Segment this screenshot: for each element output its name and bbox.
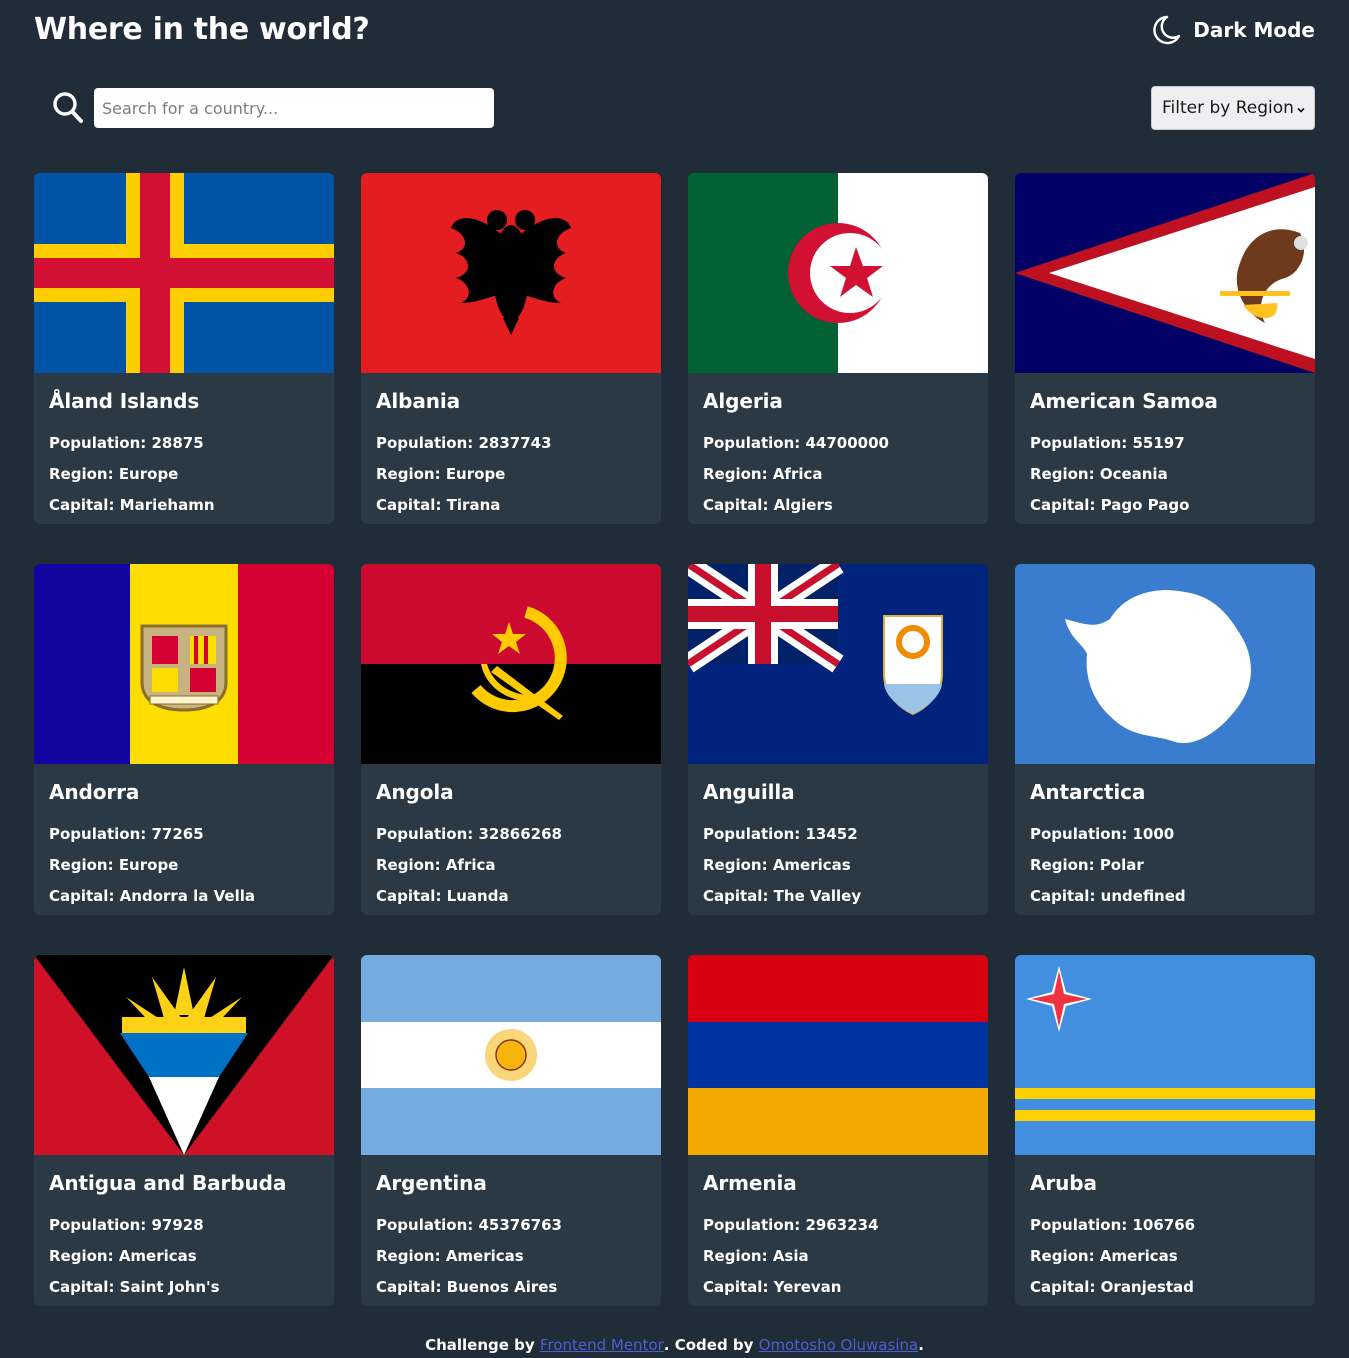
- country-name: Argentina: [376, 1171, 487, 1195]
- region-stat: Region: Africa: [376, 856, 496, 874]
- capital-stat: Capital: Yerevan: [703, 1278, 842, 1296]
- country-card[interactable]: Antarctica Population: 1000 Region: Pola…: [1015, 564, 1315, 915]
- region-stat: Region: Africa: [703, 465, 823, 483]
- country-name: Åland Islands: [49, 389, 200, 413]
- moon-icon: [1153, 15, 1181, 45]
- country-name: Albania: [376, 389, 461, 413]
- region-stat: Region: Asia: [703, 1247, 809, 1265]
- algeria-flag: [688, 173, 988, 373]
- population-stat: Population: 106766: [1030, 1216, 1196, 1234]
- app-title: Where in the world?: [34, 12, 370, 47]
- attribution-footer: Challenge by Frontend Mentor. Coded by O…: [0, 1336, 1349, 1354]
- footer-prefix: Challenge by: [425, 1336, 540, 1354]
- country-name: Armenia: [703, 1171, 797, 1195]
- population-stat: Population: 32866268: [376, 825, 562, 843]
- capital-stat: Capital: Mariehamn: [49, 496, 215, 514]
- population-stat: Population: 28875: [49, 434, 204, 452]
- population-stat: Population: 45376763: [376, 1216, 562, 1234]
- antigua-flag: [34, 955, 334, 1155]
- capital-stat: Capital: Algiers: [703, 496, 833, 514]
- country-name: Algeria: [703, 389, 783, 413]
- angola-flag: [361, 564, 661, 764]
- country-card[interactable]: Albania Population: 2837743 Region: Euro…: [361, 173, 661, 524]
- population-stat: Population: 1000: [1030, 825, 1175, 843]
- footer-middle: . Coded by: [663, 1336, 759, 1354]
- armenia-flag: [688, 955, 988, 1155]
- region-stat: Region: Oceania: [1030, 465, 1168, 483]
- country-name: Andorra: [49, 780, 140, 804]
- country-name: Aruba: [1030, 1171, 1097, 1195]
- capital-stat: Capital: Tirana: [376, 496, 501, 514]
- search-icon[interactable]: [52, 91, 84, 125]
- american-samoa-flag: [1015, 173, 1315, 373]
- population-stat: Population: 44700000: [703, 434, 889, 452]
- region-stat: Region: Polar: [1030, 856, 1144, 874]
- capital-stat: Capital: The Valley: [703, 887, 862, 905]
- country-card[interactable]: Antigua and Barbuda Population: 97928 Re…: [34, 955, 334, 1306]
- population-stat: Population: 13452: [703, 825, 858, 843]
- capital-stat: Capital: Oranjestad: [1030, 1278, 1194, 1296]
- population-stat: Population: 55197: [1030, 434, 1185, 452]
- capital-stat: Capital: Saint John's: [49, 1278, 220, 1296]
- region-stat: Region: Europe: [49, 856, 179, 874]
- capital-stat: Capital: Luanda: [376, 887, 509, 905]
- capital-stat: Capital: Buenos Aires: [376, 1278, 558, 1296]
- country-card[interactable]: Aruba Population: 106766 Region: America…: [1015, 955, 1315, 1306]
- region-stat: Region: Americas: [376, 1247, 524, 1265]
- region-stat: Region: Americas: [49, 1247, 197, 1265]
- andorra-flag: [34, 564, 334, 764]
- region-filter-label: Filter by Region: [1162, 98, 1294, 118]
- country-card[interactable]: Angola Population: 32866268 Region: Afri…: [361, 564, 661, 915]
- country-card[interactable]: Anguilla Population: 13452 Region: Ameri…: [688, 564, 988, 915]
- capital-stat: Capital: undefined: [1030, 887, 1186, 905]
- region-stat: Region: Europe: [49, 465, 179, 483]
- country-card[interactable]: American Samoa Population: 55197 Region:…: [1015, 173, 1315, 524]
- population-stat: Population: 97928: [49, 1216, 204, 1234]
- app-header: Where in the world? Dark Mode: [34, 0, 1315, 64]
- population-stat: Population: 2963234: [703, 1216, 879, 1234]
- population-stat: Population: 77265: [49, 825, 204, 843]
- aland-flag: [34, 173, 334, 373]
- country-card[interactable]: Argentina Population: 45376763 Region: A…: [361, 955, 661, 1306]
- country-name: Antigua and Barbuda: [49, 1171, 287, 1195]
- capital-stat: Capital: Pago Pago: [1030, 496, 1190, 514]
- chevron-down-icon: [1296, 100, 1306, 113]
- author-link[interactable]: Omotosho Oluwasina: [759, 1336, 919, 1354]
- country-name: Antarctica: [1030, 780, 1146, 804]
- region-stat: Region: Americas: [703, 856, 851, 874]
- country-card[interactable]: Andorra Population: 77265 Region: Europe…: [34, 564, 334, 915]
- country-card[interactable]: Åland Islands Population: 28875 Region: …: [34, 173, 334, 524]
- argentina-flag: [361, 955, 661, 1155]
- antarctica-flag: [1015, 564, 1315, 764]
- anguilla-flag: [688, 564, 988, 764]
- region-filter-select[interactable]: Filter by Region: [1151, 86, 1315, 130]
- region-stat: Region: Europe: [376, 465, 506, 483]
- search-input[interactable]: [94, 88, 494, 128]
- footer-suffix: .: [918, 1336, 924, 1354]
- aruba-flag: [1015, 955, 1315, 1155]
- search-box: [52, 88, 494, 128]
- dark-mode-label: Dark Mode: [1193, 18, 1315, 42]
- frontend-mentor-link[interactable]: Frontend Mentor: [540, 1336, 664, 1354]
- country-card[interactable]: Armenia Population: 2963234 Region: Asia…: [688, 955, 988, 1306]
- albania-flag: [361, 173, 661, 373]
- population-stat: Population: 2837743: [376, 434, 552, 452]
- country-name: Anguilla: [703, 780, 795, 804]
- controls-bar: Filter by Region: [34, 86, 1315, 130]
- country-name: American Samoa: [1030, 389, 1218, 413]
- country-name: Angola: [376, 780, 454, 804]
- region-stat: Region: Americas: [1030, 1247, 1178, 1265]
- country-card[interactable]: Algeria Population: 44700000 Region: Afr…: [688, 173, 988, 524]
- dark-mode-toggle[interactable]: Dark Mode: [1153, 15, 1315, 45]
- capital-stat: Capital: Andorra la Vella: [49, 887, 255, 905]
